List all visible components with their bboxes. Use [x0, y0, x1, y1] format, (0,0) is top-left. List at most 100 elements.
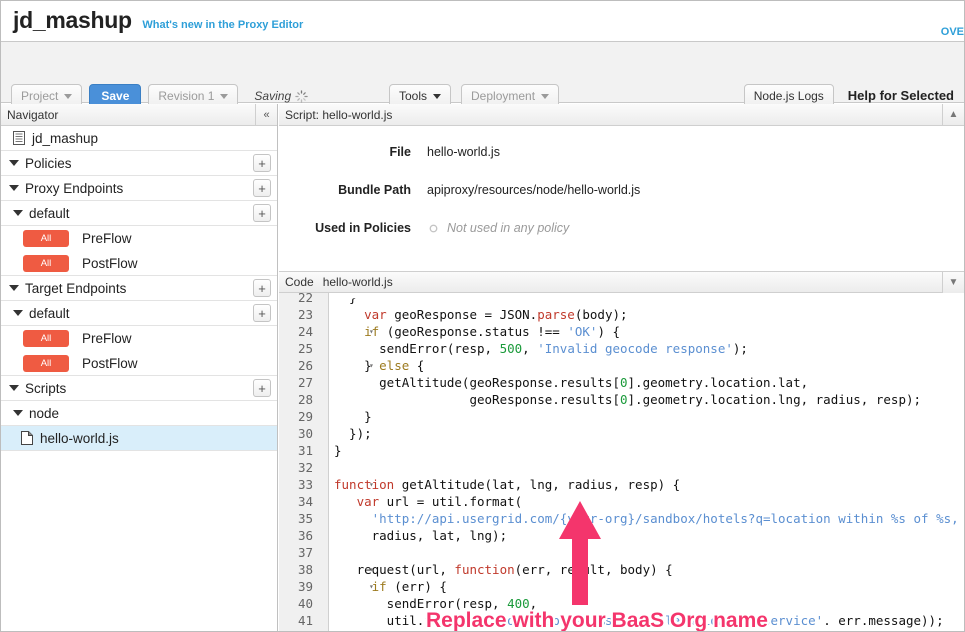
- sidebar-item-node-folder[interactable]: node: [1, 401, 277, 426]
- main-toolbar: Project Save Revision 1 Saving Tools Dep…: [1, 41, 964, 132]
- sidebar-item-proxy-default[interactable]: default +: [1, 201, 277, 226]
- meta-row-bundle-path: Bundle Path apiproxy/resources/node/hell…: [279, 183, 964, 197]
- sidebar-item-label: PreFlow: [82, 331, 132, 346]
- revision-button-label: Revision 1: [158, 89, 215, 103]
- navigator-root-label: jd_mashup: [32, 130, 99, 146]
- sidebar-item-label: Proxy Endpoints: [25, 180, 124, 196]
- sidebar-item-label: default: [29, 205, 70, 221]
- meta-value: hello-world.js: [427, 145, 500, 159]
- triangle-down-icon: [9, 185, 19, 191]
- line-number: 29: [297, 409, 313, 424]
- sidebar-item-label: node: [29, 405, 60, 421]
- script-panel-header: Script: hello-world.js ▲︎: [279, 104, 964, 126]
- whats-new-link[interactable]: What's new in the Proxy Editor: [142, 19, 303, 31]
- sidebar-item-scripts[interactable]: Scripts +: [1, 376, 277, 401]
- sidebar-item-target-endpoints[interactable]: Target Endpoints +: [1, 276, 277, 301]
- chevron-double-left-icon[interactable]: «: [255, 104, 277, 125]
- triangle-down-icon: [13, 310, 23, 316]
- code-line[interactable]: if (err) {: [334, 578, 447, 595]
- deployment-button-label: Deployment: [471, 89, 536, 103]
- code-lines[interactable]: } var geoResponse = JSON.parse(body); if…: [330, 293, 964, 631]
- line-number: 36: [297, 528, 313, 543]
- add-proxy-flow-button[interactable]: +: [253, 204, 271, 222]
- code-line[interactable]: 'http://api.usergrid.com/{your-org}/sand…: [334, 510, 964, 527]
- triangle-down-icon: [9, 160, 19, 166]
- add-script-button[interactable]: +: [253, 379, 271, 397]
- code-editor[interactable]: } var geoResponse = JSON.parse(body); if…: [279, 293, 964, 631]
- add-target-endpoint-button[interactable]: +: [253, 279, 271, 297]
- chevron-down-icon: [220, 93, 229, 99]
- code-line[interactable]: var url = util.format(: [334, 493, 523, 510]
- meta-value: Not used in any policy: [447, 221, 570, 235]
- code-line[interactable]: var geoResponse = JSON.parse(body);: [334, 306, 627, 323]
- chevron-double-up-icon[interactable]: ▲︎: [942, 104, 964, 125]
- code-line[interactable]: return;: [334, 629, 440, 631]
- code-line[interactable]: geoResponse.results[0].geometry.location…: [334, 391, 921, 408]
- save-status: Saving: [254, 89, 308, 103]
- code-line[interactable]: function getAltitude(lat, lng, radius, r…: [334, 476, 680, 493]
- project-button-label: Project: [21, 89, 59, 103]
- sidebar-item-target-default[interactable]: default +: [1, 301, 277, 326]
- tools-button-label: Tools: [399, 89, 428, 103]
- line-number: 22: [297, 293, 313, 305]
- sidebar-item-hello-world-js[interactable]: hello-world.js: [1, 426, 277, 451]
- add-policy-button[interactable]: +: [253, 154, 271, 172]
- line-number: 38: [297, 562, 313, 577]
- chevron-down-icon: [541, 93, 550, 99]
- code-panel: Code hello-world.js ▼︎ } var geoResponse…: [279, 271, 964, 631]
- link-icon: [429, 224, 438, 232]
- sidebar-item-policies[interactable]: Policies +: [1, 151, 277, 176]
- line-number: 30: [297, 426, 313, 441]
- line-number: 39: [297, 579, 313, 594]
- sidebar-item-proxy-endpoints[interactable]: Proxy Endpoints +: [1, 176, 277, 201]
- tab-overview[interactable]: OVE: [941, 26, 964, 38]
- line-number: 41: [297, 613, 313, 628]
- meta-value: apiproxy/resources/node/hello-world.js: [427, 183, 641, 197]
- meta-label: Bundle Path: [338, 183, 411, 197]
- status-badge: All: [23, 354, 69, 372]
- meta-value-wrap: Not used in any policy: [427, 221, 569, 235]
- line-number: 26: [297, 358, 313, 373]
- line-number: 23: [297, 307, 313, 322]
- code-line[interactable]: });: [334, 425, 372, 442]
- save-status-label: Saving: [254, 89, 292, 103]
- code-line[interactable]: }: [334, 298, 357, 306]
- sidebar-item-target-preflow[interactable]: All PreFlow: [1, 326, 277, 351]
- sidebar-item-proxy-preflow[interactable]: All PreFlow: [1, 226, 277, 251]
- code-line[interactable]: request(url, function(err, result, body)…: [334, 561, 673, 578]
- code-line[interactable]: }: [334, 408, 372, 425]
- code-line[interactable]: if (geoResponse.status !== 'OK') {: [334, 323, 620, 340]
- line-number: 40: [297, 596, 313, 611]
- meta-row-used-in-policies: Used in Policies Not used in any policy: [279, 221, 964, 235]
- status-badge: All: [23, 254, 69, 272]
- line-number: 37: [297, 545, 313, 560]
- line-number: 33: [297, 477, 313, 492]
- navigator-item-root[interactable]: jd_mashup: [1, 126, 277, 151]
- line-number: 34: [297, 494, 313, 509]
- sidebar-item-label: PostFlow: [82, 255, 138, 271]
- code-line[interactable]: radius, lat, lng);: [334, 527, 507, 544]
- chevron-double-down-icon[interactable]: ▼︎: [942, 272, 964, 293]
- nodejs-logs-label: Node.js Logs: [753, 89, 824, 103]
- annotation-text: Replace with your BaaS Org name: [425, 608, 770, 632]
- code-panel-label: Code: [285, 275, 314, 289]
- spinner-icon: [295, 89, 308, 103]
- code-line[interactable]: }: [334, 442, 342, 459]
- code-panel-file: hello-world.js: [322, 275, 393, 289]
- sidebar-item-target-postflow[interactable]: All PostFlow: [1, 351, 277, 376]
- sidebar-item-label: Policies: [25, 155, 72, 171]
- add-proxy-endpoint-button[interactable]: +: [253, 179, 271, 197]
- sidebar-item-proxy-postflow[interactable]: All PostFlow: [1, 251, 277, 276]
- status-badge: All: [23, 330, 69, 347]
- add-target-flow-button[interactable]: +: [253, 304, 271, 322]
- code-line[interactable]: getAltitude(geoResponse.results[0].geome…: [334, 374, 808, 391]
- line-number: 27: [297, 375, 313, 390]
- code-line[interactable]: sendError(resp, 500, 'Invalid geocode re…: [334, 340, 748, 357]
- triangle-down-icon: [13, 210, 23, 216]
- chevron-down-icon: [64, 93, 73, 99]
- script-metadata: File hello-world.js Bundle Path apiproxy…: [279, 126, 964, 235]
- script-panel-title: Script: hello-world.js: [285, 107, 393, 122]
- code-line[interactable]: } else {: [334, 357, 424, 374]
- chevron-down-icon: [433, 93, 442, 99]
- editor-body: Navigator « jd_mashup Policies + Proxy E…: [1, 104, 964, 631]
